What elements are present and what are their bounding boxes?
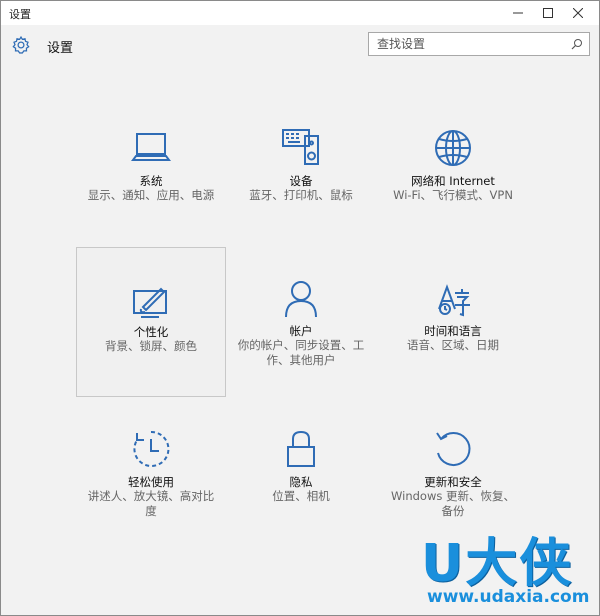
tile-description: 语音、区域、日期 (407, 338, 499, 352)
close-button[interactable] (563, 1, 593, 25)
minimize-button[interactable] (503, 1, 533, 25)
tile-ease-of-access[interactable]: 轻松使用 讲述人、放大镜、高对比度 (76, 429, 226, 579)
tile-time-language[interactable]: 时间和语言 语音、区域、日期 (378, 247, 528, 397)
tile-description: Wi-Fi、飞行模式、VPN (393, 188, 513, 202)
tile-name: 系统 (139, 174, 163, 188)
tile-description: 讲述人、放大镜、高对比度 (87, 489, 215, 518)
lock-icon (287, 430, 315, 467)
tile-privacy[interactable]: 隐私 位置、相机 (226, 429, 376, 579)
tile-description: Windows 更新、恢复、备份 (391, 489, 515, 518)
close-icon (573, 8, 583, 18)
maximize-button[interactable] (533, 1, 563, 25)
ease-of-access-icon (133, 430, 170, 467)
tile-accounts[interactable]: 帐户 你的帐户、同步设置、工作、其他用户 (226, 247, 376, 397)
gear-icon (12, 35, 30, 54)
minimize-icon (513, 12, 523, 14)
search-box[interactable] (368, 32, 590, 56)
settings-header: 设置 (1, 25, 599, 65)
maximize-icon (543, 8, 553, 18)
watermark-logo: U大侠 www.udaxia.com (409, 521, 599, 615)
devices-icon (282, 129, 319, 165)
page-title: 设置 (47, 41, 74, 56)
tile-name: 更新和安全 (424, 475, 482, 489)
search-icon[interactable] (571, 38, 583, 50)
tile-name: 设备 (289, 174, 313, 188)
search-input[interactable] (369, 33, 567, 55)
tile-description: 你的帐户、同步设置、工作、其他用户 (237, 338, 365, 367)
tile-description: 位置、相机 (272, 489, 330, 503)
time-language-icon (438, 284, 470, 317)
tile-personalization[interactable]: 个性化 背景、锁屏、颜色 (76, 247, 226, 397)
window-title: 设置 (9, 8, 31, 21)
tile-description: 显示、通知、应用、电源 (87, 188, 215, 202)
watermark-url: www.udaxia.com (427, 587, 590, 607)
tile-name: 个性化 (133, 325, 169, 339)
tile-name: 网络和 Internet (411, 174, 495, 188)
laptop-icon (131, 133, 171, 161)
settings-window: 设置 设置 查找设置 系统 显示、通知、应用、电源 设备 蓝牙、打印机、鼠标 网… (0, 0, 600, 616)
person-icon (285, 281, 317, 318)
tile-description: 背景、锁屏、颜色 (105, 339, 197, 353)
tile-name: 隐私 (289, 475, 313, 489)
title-bar: 设置 (1, 1, 599, 25)
watermark-brand: U大侠 (421, 534, 574, 594)
personalization-icon (133, 287, 167, 318)
tile-name: 帐户 (289, 324, 313, 338)
update-icon (436, 432, 471, 466)
tile-name: 轻松使用 (128, 475, 174, 489)
tile-description: 蓝牙、打印机、鼠标 (249, 188, 353, 202)
tile-name: 时间和语言 (424, 324, 482, 338)
globe-icon (435, 130, 471, 166)
